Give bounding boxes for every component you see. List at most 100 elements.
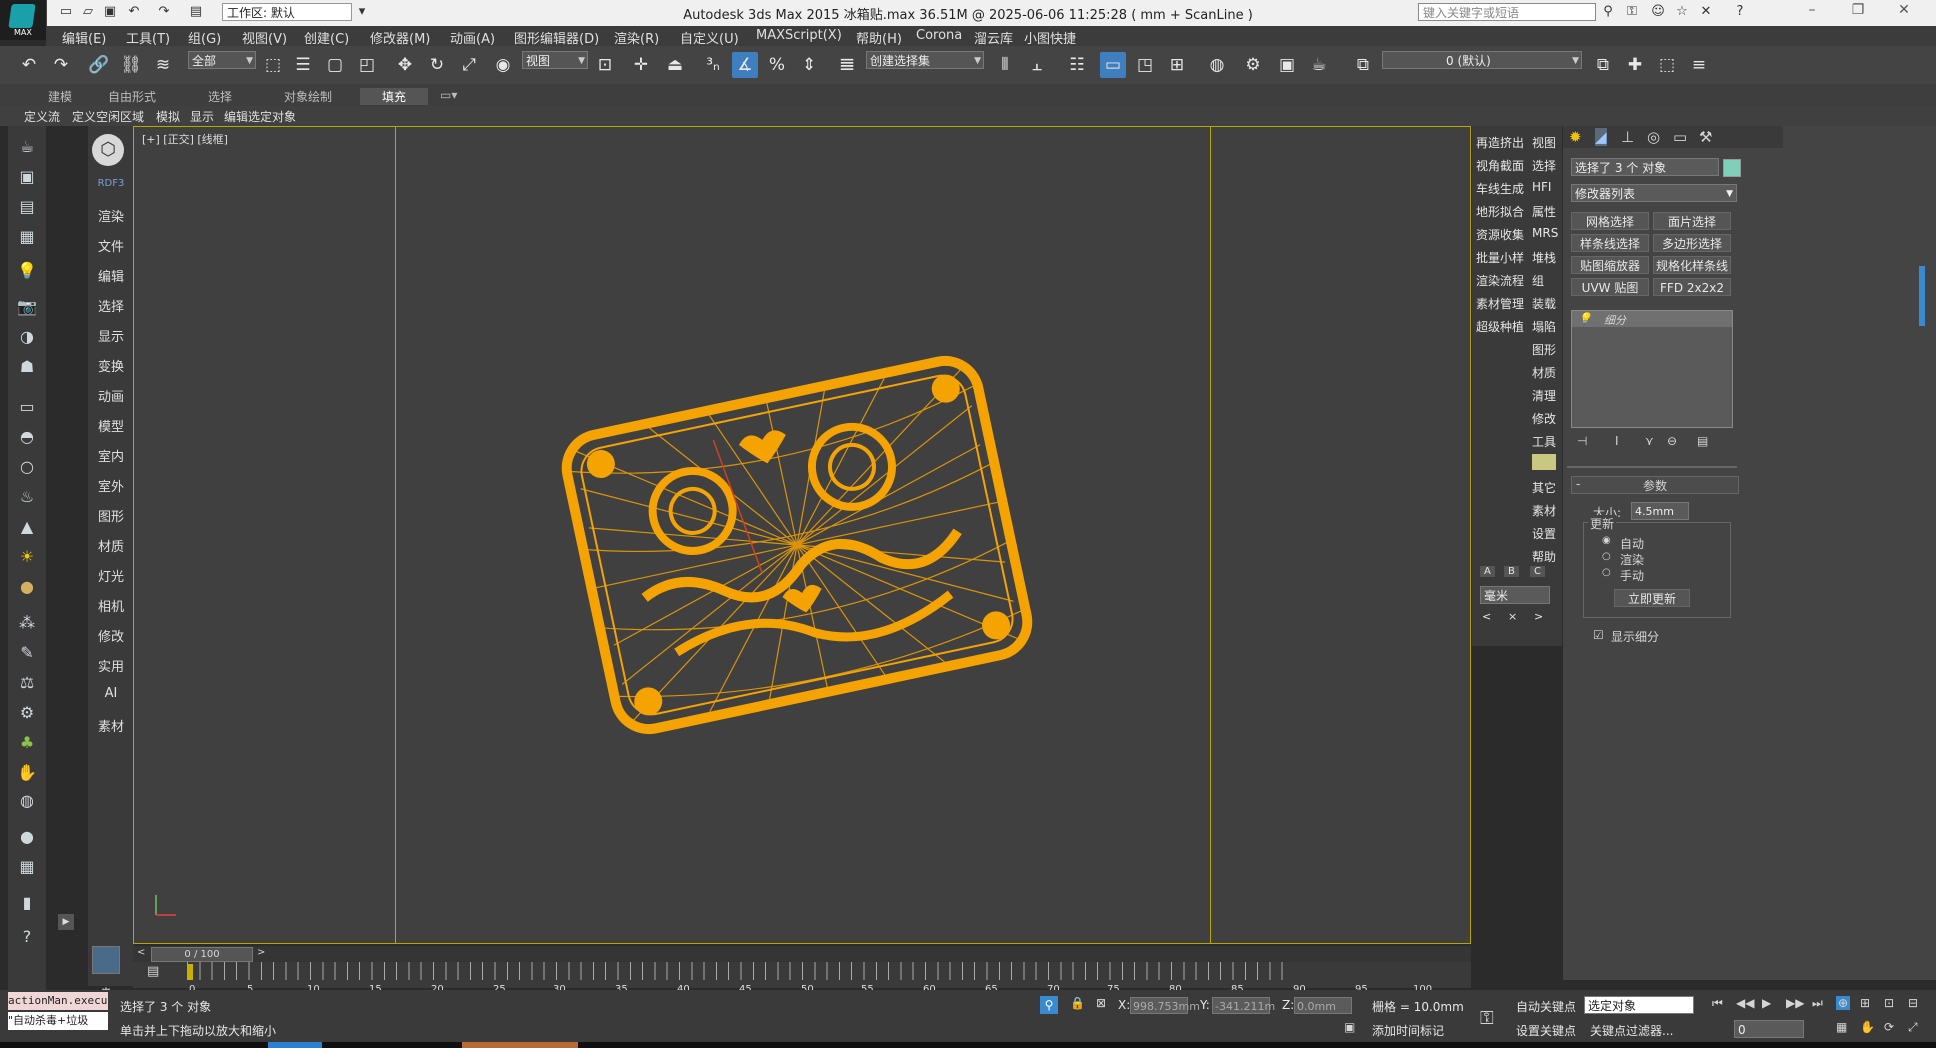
- modifier-list-dropdown[interactable]: 修改器列表 ▼: [1571, 184, 1737, 202]
- menu-tools[interactable]: 工具(T): [126, 28, 170, 47]
- pan-icon[interactable]: ✋: [1860, 1020, 1875, 1034]
- undo-icon[interactable]: ↶: [126, 4, 142, 20]
- select-in-layer-icon[interactable]: ⬚: [1654, 52, 1680, 78]
- cmd-button[interactable]: 再造挤出: [1476, 134, 1524, 151]
- cmd-button[interactable]: 视图: [1532, 134, 1556, 151]
- lock-icon[interactable]: 🔒: [1070, 996, 1085, 1010]
- go-to-start-icon[interactable]: ⏮: [1712, 996, 1723, 1011]
- sidebar-item-camera[interactable]: 相机: [88, 596, 134, 615]
- menu-modifiers[interactable]: 修改器(M): [370, 28, 430, 47]
- zoom-icon[interactable]: ⊕: [1836, 996, 1851, 1010]
- snap-toggle-icon[interactable]: ³ₙ: [700, 52, 726, 78]
- table-icon[interactable]: ▦: [16, 226, 38, 248]
- sidebar-item-animation[interactable]: 动画: [88, 386, 134, 405]
- abc-c-button[interactable]: C: [1530, 566, 1545, 577]
- simulate-button[interactable]: 模拟: [156, 108, 180, 125]
- menu-corona[interactable]: Corona: [916, 28, 962, 43]
- cmd-button[interactable]: 塌陷: [1532, 318, 1556, 335]
- maxscript-listener-line1[interactable]: actionMan.execu: [8, 992, 108, 1010]
- object-name-field[interactable]: 选择了 3 个 对象: [1571, 158, 1719, 176]
- binoculars-icon[interactable]: ⚲: [1600, 4, 1616, 20]
- search-input[interactable]: 键入关键字或短语: [1418, 3, 1596, 21]
- cmd-button[interactable]: HFI: [1532, 180, 1551, 194]
- window-crossing-icon[interactable]: ◰: [354, 52, 380, 78]
- sidebar-item-display[interactable]: 显示: [88, 326, 134, 345]
- align-icon[interactable]: ⫠: [1024, 52, 1050, 78]
- teapot-shape-icon[interactable]: ♨: [16, 486, 38, 508]
- sidebar-item-modify[interactable]: 修改: [88, 626, 134, 645]
- plane-icon[interactable]: ▭: [16, 396, 38, 418]
- define-idle-areas-button[interactable]: 定义空闲区域: [72, 108, 144, 125]
- time-slider[interactable]: < 0 / 100 >: [133, 946, 1471, 962]
- select-by-name-icon[interactable]: ☰: [290, 52, 316, 78]
- cmd-button[interactable]: 其它: [1532, 479, 1556, 496]
- menu-graph-editors[interactable]: 图形编辑器(D): [514, 28, 599, 47]
- sidebar-item-transform[interactable]: 变换: [88, 356, 134, 375]
- set-key-button[interactable]: 设置关键点: [1516, 1022, 1576, 1039]
- tab-modeling[interactable]: 建模: [48, 88, 72, 105]
- menu-group[interactable]: 组(G): [188, 28, 221, 47]
- cone-icon[interactable]: ▲: [16, 516, 38, 538]
- ref-coord-dropdown[interactable]: 视图 ▼: [522, 51, 588, 69]
- plant-icon[interactable]: ♣: [16, 732, 38, 754]
- configure-sets-icon[interactable]: ▤: [1697, 434, 1708, 448]
- display-tab-icon[interactable]: ▭: [1673, 128, 1687, 146]
- menu-create[interactable]: 创建(C): [304, 28, 349, 47]
- cmd-button[interactable]: 资源收集: [1476, 226, 1524, 243]
- restore-button[interactable]: ❐: [1838, 2, 1878, 22]
- save-icon[interactable]: ▣: [102, 4, 118, 20]
- size-spinner[interactable]: 4.5mm: [1631, 502, 1689, 520]
- render-teapot-icon[interactable]: ☕: [1306, 52, 1332, 78]
- cmd-button[interactable]: 超级种植: [1476, 318, 1524, 335]
- menu-animation[interactable]: 动画(A): [450, 28, 495, 47]
- link-icon[interactable]: 🔗: [86, 52, 112, 78]
- show-subdiv-checkbox[interactable]: ☑: [1593, 628, 1604, 642]
- sidebar-item-shape[interactable]: 图形: [88, 506, 134, 525]
- hf-icon[interactable]: ✋: [16, 762, 38, 784]
- absolute-mode-icon[interactable]: ⊠: [1096, 996, 1106, 1010]
- prev-arrow-icon[interactable]: <: [1482, 610, 1491, 623]
- panel-scrollbar[interactable]: [1919, 266, 1925, 326]
- wireframe-object[interactable]: [134, 127, 1470, 943]
- keyboard-shortcut-icon[interactable]: ⏏: [662, 52, 688, 78]
- rendered-frame-icon[interactable]: ▣: [1274, 52, 1300, 78]
- modify-tab-icon[interactable]: ◢: [1595, 128, 1607, 146]
- selection-filter-dropdown[interactable]: 全部 ▼: [188, 51, 256, 69]
- lightbulb-icon[interactable]: 💡: [1578, 312, 1592, 325]
- select-object-icon[interactable]: ⬚: [260, 52, 286, 78]
- cmd-button[interactable]: 装载: [1532, 295, 1556, 312]
- cmd-button[interactable]: 车线生成: [1476, 180, 1524, 197]
- star-icon[interactable]: ☆: [1674, 4, 1690, 20]
- abc-b-button[interactable]: B: [1504, 566, 1519, 577]
- key-filters-button[interactable]: 关键点过滤器...: [1590, 1022, 1673, 1039]
- create-tab-icon[interactable]: ✹: [1569, 128, 1582, 146]
- cmd-button[interactable]: 地形拟合: [1476, 203, 1524, 220]
- edit-named-selection-icon[interactable]: 𝌆: [834, 52, 860, 78]
- menu-rendering[interactable]: 渲染(R): [614, 28, 659, 47]
- key-mode-icon[interactable]: ⚿: [1480, 1008, 1494, 1029]
- time-tag-icon[interactable]: ▣: [1344, 1020, 1355, 1034]
- dome-icon[interactable]: ◓: [16, 426, 38, 448]
- cmd-button[interactable]: 属性: [1532, 203, 1556, 220]
- sidebar-item-render[interactable]: 渲染: [88, 206, 134, 225]
- pin-stack-icon[interactable]: ⊣: [1577, 434, 1587, 448]
- cmd-button[interactable]: 组: [1532, 272, 1544, 289]
- speaker-icon[interactable]: ◑: [16, 326, 38, 348]
- cmd-button[interactable]: 素材: [1532, 502, 1556, 519]
- camera-icon[interactable]: 📷: [16, 296, 38, 318]
- auto-key-button[interactable]: 自动关键点: [1516, 998, 1576, 1015]
- tab-populate[interactable]: 填充: [360, 88, 429, 105]
- open-file-icon[interactable]: ▱: [80, 4, 96, 20]
- go-to-end-icon[interactable]: ⏭: [1812, 996, 1823, 1011]
- sidebar-item-file[interactable]: 文件: [88, 236, 134, 255]
- make-unique-icon[interactable]: ⋎: [1645, 434, 1654, 448]
- tab-object-paint[interactable]: 对象绘制: [284, 88, 332, 105]
- teapot-icon[interactable]: ☕: [16, 136, 38, 158]
- display-button[interactable]: 显示: [190, 108, 214, 125]
- document-icon[interactable]: ▤: [16, 196, 38, 218]
- cmd-button[interactable]: 选择: [1532, 157, 1556, 174]
- x-coordinate-field[interactable]: 998.753mm: [1130, 997, 1200, 1014]
- cmd-button[interactable]: 批量小样: [1476, 249, 1524, 266]
- spline-select-button[interactable]: 样条线选择: [1571, 234, 1649, 252]
- show-end-result-icon[interactable]: Ⅰ: [1615, 434, 1619, 448]
